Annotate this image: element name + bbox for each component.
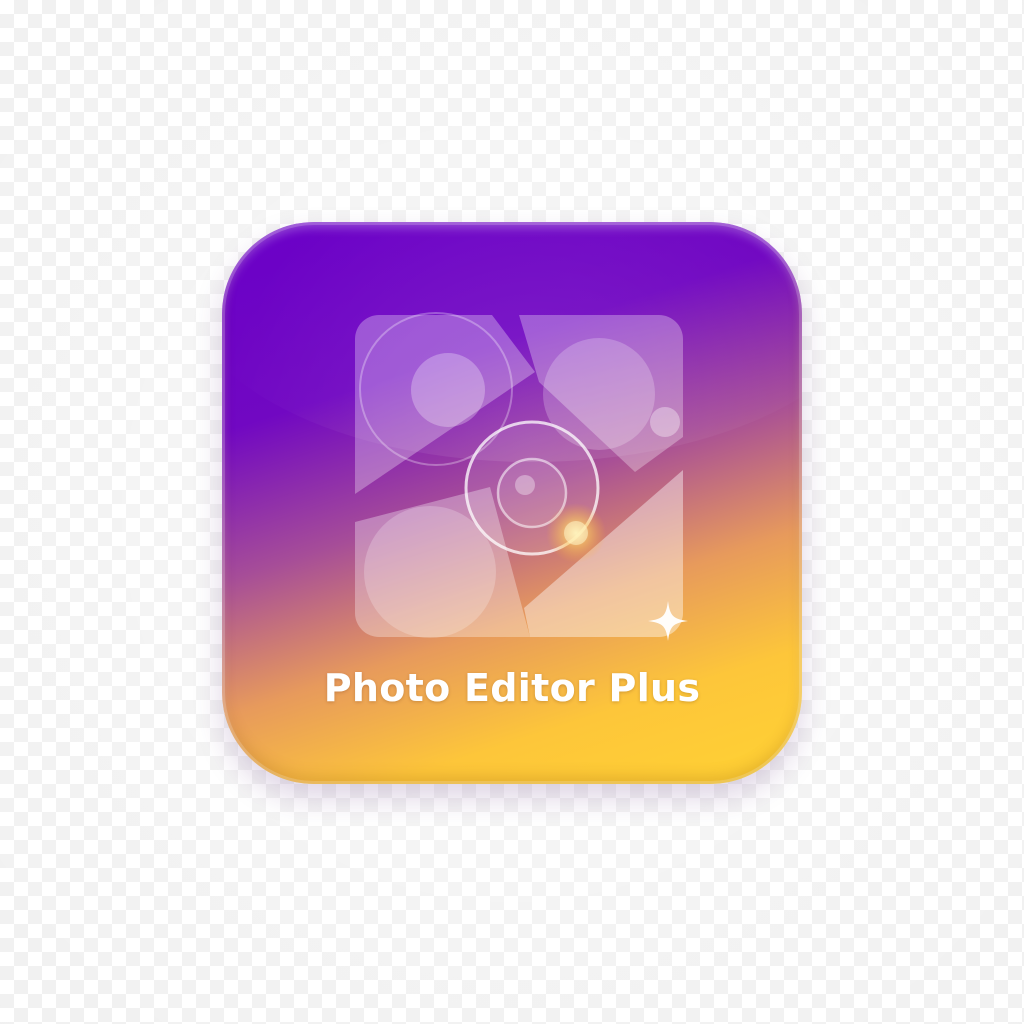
bubble-top-left [411, 353, 485, 427]
app-name-label: Photo Editor Plus [323, 666, 701, 710]
lens-flare-core [564, 521, 588, 545]
lens-inner [515, 475, 535, 495]
app-icon[interactable]: Photo Editor Plus [222, 222, 802, 784]
bubble-small-right [650, 407, 680, 437]
